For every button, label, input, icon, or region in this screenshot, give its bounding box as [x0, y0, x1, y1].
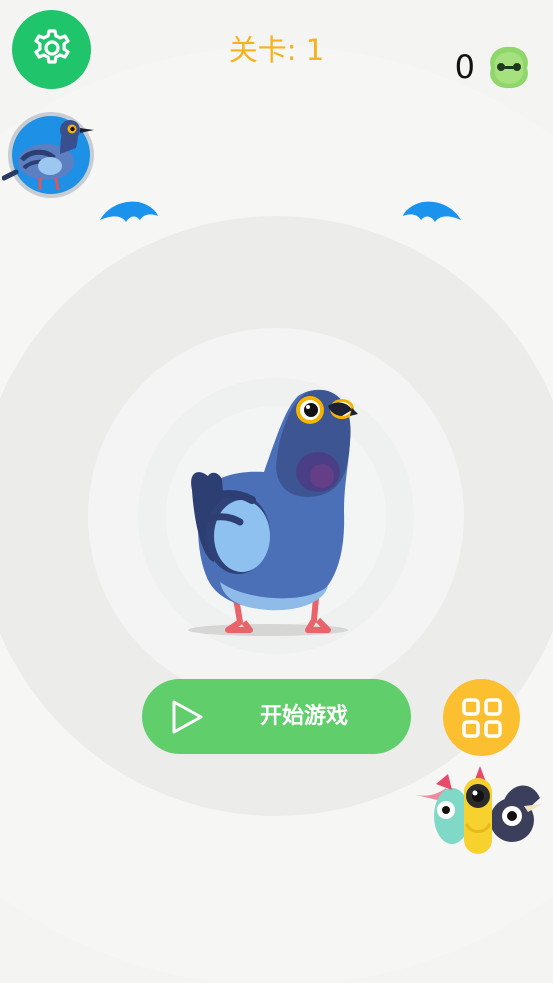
right-wing-icon — [403, 201, 461, 222]
start-game-button[interactable]: 开始游戏 — [142, 679, 411, 754]
pigeon-avatar-icon — [2, 120, 94, 191]
coin-counter: 0 — [455, 44, 533, 90]
play-icon — [172, 700, 203, 734]
pigeon-character — [188, 389, 358, 636]
grid-icon — [461, 697, 502, 738]
player-avatar[interactable] — [2, 112, 94, 198]
start-game-label: 开始游戏 — [260, 704, 349, 729]
left-wing-icon — [100, 201, 158, 222]
bird-characters-icon[interactable] — [408, 764, 544, 856]
coin-count: 0 — [454, 48, 475, 86]
collection-button[interactable] — [443, 679, 520, 756]
green-blob-coin-icon — [490, 46, 528, 89]
